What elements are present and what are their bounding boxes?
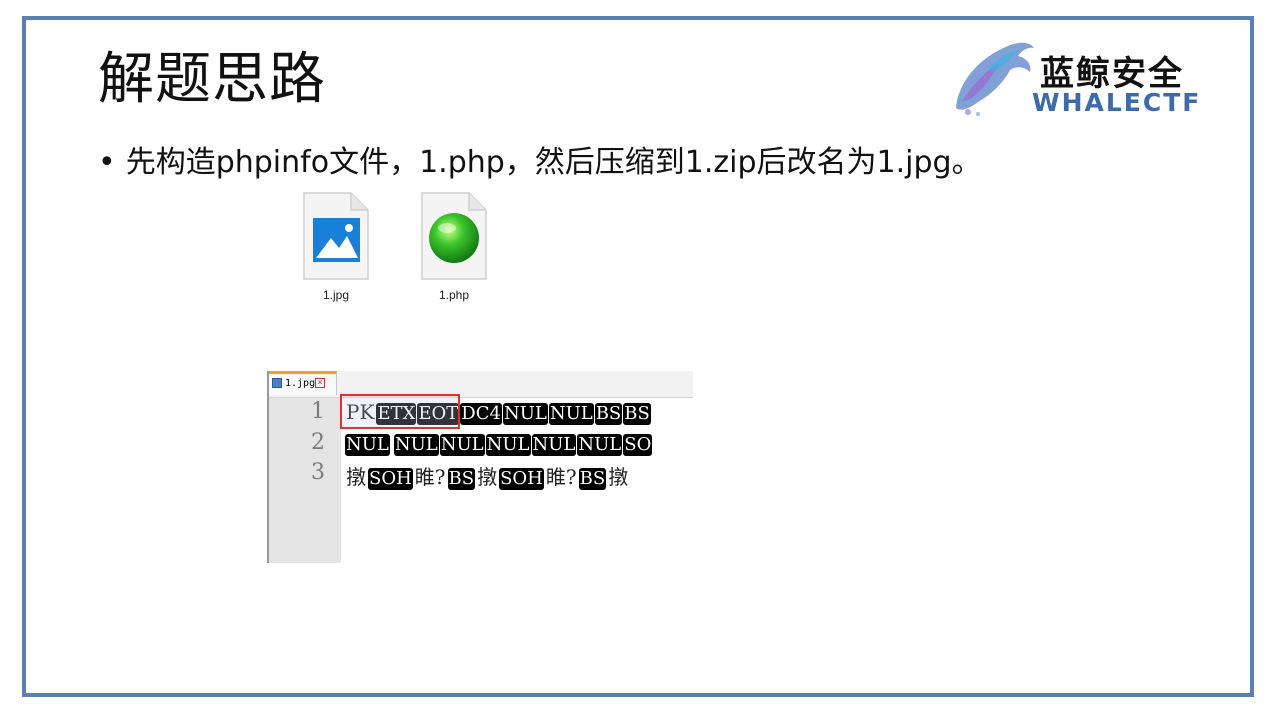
text-token: 撴 <box>608 465 629 489</box>
code-line-2[interactable]: NUL NUL NUL NUL NUL NUL SO <box>345 431 653 456</box>
text-editor-panel: 1.jpg × 1 2 3 PK ETX EOT DC4 NUL NUL BS BS NUL N… <box>267 371 693 563</box>
text-token: 撴 <box>346 465 366 489</box>
text-token: 睢? <box>414 465 446 489</box>
file-name-1jpg: 1.jpg <box>322 288 350 302</box>
bullet-dot: • <box>98 145 116 180</box>
line-number: 3 <box>311 460 325 485</box>
file-name-1php: 1.php <box>438 288 470 302</box>
bullet-text: 先构造phpinfo文件，1.php，然后压缩到1.zip后改名为1.jpg。 <box>125 145 982 180</box>
text-token: 睢? <box>545 465 577 489</box>
control-char-token: NUL <box>439 434 485 456</box>
control-char-token: SOH <box>368 468 413 490</box>
bullet-point: • 先构造phpinfo文件，1.php，然后压缩到1.zip后改名为1.jpg。 <box>98 137 982 181</box>
control-char-token: SOH <box>499 468 544 490</box>
php-file-icon <box>421 192 487 280</box>
control-char-token: NUL <box>345 434 390 456</box>
slide-frame <box>22 16 1254 697</box>
control-char-token: BS <box>594 403 623 425</box>
control-char-token: NUL <box>393 434 439 456</box>
control-char-token: BS <box>447 468 476 490</box>
control-char-token: BS <box>578 468 607 490</box>
file-item-1php[interactable]: 1.php <box>419 192 489 302</box>
editor-tab-bar: 1.jpg × <box>269 371 693 398</box>
code-line-3[interactable]: 撴 SOH 睢? BS 撴 SOH 睢? BS 撴 <box>345 461 630 490</box>
tab-label: 1.jpg <box>285 378 316 389</box>
line-number: 2 <box>311 430 325 455</box>
close-icon[interactable]: × <box>315 378 326 388</box>
control-char-token: NUL <box>531 434 577 456</box>
control-char-token: DC4 <box>460 403 502 425</box>
control-char-token: NUL <box>577 434 623 456</box>
control-char-token: NUL <box>502 403 548 425</box>
control-char-token: SO <box>623 434 653 456</box>
text-token: 撴 <box>477 465 498 489</box>
tab-1jpg[interactable]: 1.jpg × <box>269 371 337 395</box>
whale-logo-icon <box>956 42 1034 116</box>
control-char-token: NUL <box>548 403 594 425</box>
control-char-token: BS <box>623 403 651 425</box>
file-item-1jpg[interactable]: 1.jpg <box>301 192 371 302</box>
save-icon <box>272 378 282 388</box>
zip-header-highlight-box <box>340 394 460 429</box>
logo-english-text: WHALECTF <box>1032 88 1202 117</box>
image-file-icon <box>303 192 369 280</box>
slide-title: 解题思路 <box>98 47 326 112</box>
line-number: 1 <box>311 399 325 424</box>
control-char-token: NUL <box>485 434 531 456</box>
